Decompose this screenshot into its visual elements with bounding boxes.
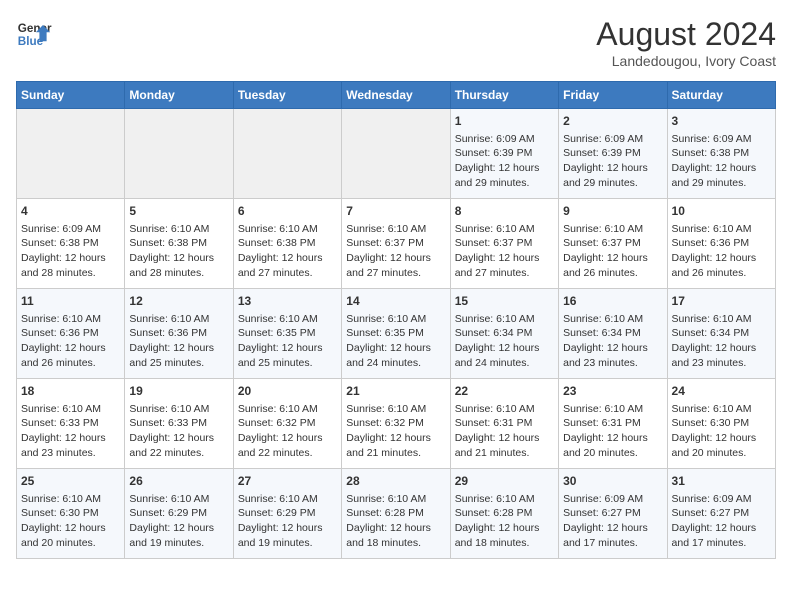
calendar-cell: 29Sunrise: 6:10 AMSunset: 6:28 PMDayligh… (450, 469, 558, 559)
day-number: 16 (563, 293, 662, 310)
day-number: 7 (346, 203, 445, 220)
day-number: 25 (21, 473, 120, 490)
logo-icon: General Blue (16, 16, 52, 52)
calendar-week-row: 1Sunrise: 6:09 AMSunset: 6:39 PMDaylight… (17, 109, 776, 199)
weekday-header-cell: Monday (125, 82, 233, 109)
calendar-cell: 30Sunrise: 6:09 AMSunset: 6:27 PMDayligh… (559, 469, 667, 559)
weekday-header-cell: Saturday (667, 82, 775, 109)
day-number: 9 (563, 203, 662, 220)
calendar-cell (17, 109, 125, 199)
day-number: 11 (21, 293, 120, 310)
calendar-cell (125, 109, 233, 199)
calendar-cell: 10Sunrise: 6:10 AMSunset: 6:36 PMDayligh… (667, 199, 775, 289)
day-number: 3 (672, 113, 771, 130)
calendar-cell: 8Sunrise: 6:10 AMSunset: 6:37 PMDaylight… (450, 199, 558, 289)
calendar-cell: 20Sunrise: 6:10 AMSunset: 6:32 PMDayligh… (233, 379, 341, 469)
day-number: 1 (455, 113, 554, 130)
calendar-table: SundayMondayTuesdayWednesdayThursdayFrid… (16, 81, 776, 559)
day-number: 13 (238, 293, 337, 310)
calendar-cell: 23Sunrise: 6:10 AMSunset: 6:31 PMDayligh… (559, 379, 667, 469)
day-number: 23 (563, 383, 662, 400)
calendar-cell: 2Sunrise: 6:09 AMSunset: 6:39 PMDaylight… (559, 109, 667, 199)
day-number: 18 (21, 383, 120, 400)
calendar-week-row: 4Sunrise: 6:09 AMSunset: 6:38 PMDaylight… (17, 199, 776, 289)
svg-text:General: General (18, 22, 52, 35)
day-number: 6 (238, 203, 337, 220)
calendar-cell (342, 109, 450, 199)
calendar-cell: 28Sunrise: 6:10 AMSunset: 6:28 PMDayligh… (342, 469, 450, 559)
calendar-week-row: 11Sunrise: 6:10 AMSunset: 6:36 PMDayligh… (17, 289, 776, 379)
weekday-header-cell: Tuesday (233, 82, 341, 109)
calendar-cell: 6Sunrise: 6:10 AMSunset: 6:38 PMDaylight… (233, 199, 341, 289)
day-number: 4 (21, 203, 120, 220)
day-number: 28 (346, 473, 445, 490)
calendar-cell (233, 109, 341, 199)
calendar-cell: 31Sunrise: 6:09 AMSunset: 6:27 PMDayligh… (667, 469, 775, 559)
day-number: 10 (672, 203, 771, 220)
day-number: 20 (238, 383, 337, 400)
day-number: 8 (455, 203, 554, 220)
calendar-cell: 22Sunrise: 6:10 AMSunset: 6:31 PMDayligh… (450, 379, 558, 469)
day-number: 22 (455, 383, 554, 400)
calendar-cell: 13Sunrise: 6:10 AMSunset: 6:35 PMDayligh… (233, 289, 341, 379)
day-number: 31 (672, 473, 771, 490)
day-number: 2 (563, 113, 662, 130)
calendar-cell: 12Sunrise: 6:10 AMSunset: 6:36 PMDayligh… (125, 289, 233, 379)
day-number: 29 (455, 473, 554, 490)
calendar-cell: 19Sunrise: 6:10 AMSunset: 6:33 PMDayligh… (125, 379, 233, 469)
calendar-cell: 4Sunrise: 6:09 AMSunset: 6:38 PMDaylight… (17, 199, 125, 289)
calendar-cell: 3Sunrise: 6:09 AMSunset: 6:38 PMDaylight… (667, 109, 775, 199)
day-number: 5 (129, 203, 228, 220)
calendar-cell: 14Sunrise: 6:10 AMSunset: 6:35 PMDayligh… (342, 289, 450, 379)
calendar-cell: 7Sunrise: 6:10 AMSunset: 6:37 PMDaylight… (342, 199, 450, 289)
page-header: General Blue August 2024 Landedougou, Iv… (16, 16, 776, 69)
day-number: 19 (129, 383, 228, 400)
calendar-cell: 16Sunrise: 6:10 AMSunset: 6:34 PMDayligh… (559, 289, 667, 379)
calendar-cell: 5Sunrise: 6:10 AMSunset: 6:38 PMDaylight… (125, 199, 233, 289)
location-subtitle: Landedougou, Ivory Coast (596, 53, 776, 69)
calendar-cell: 24Sunrise: 6:10 AMSunset: 6:30 PMDayligh… (667, 379, 775, 469)
day-number: 12 (129, 293, 228, 310)
calendar-cell: 15Sunrise: 6:10 AMSunset: 6:34 PMDayligh… (450, 289, 558, 379)
weekday-header-cell: Thursday (450, 82, 558, 109)
calendar-cell: 1Sunrise: 6:09 AMSunset: 6:39 PMDaylight… (450, 109, 558, 199)
day-number: 26 (129, 473, 228, 490)
calendar-cell: 27Sunrise: 6:10 AMSunset: 6:29 PMDayligh… (233, 469, 341, 559)
calendar-week-row: 18Sunrise: 6:10 AMSunset: 6:33 PMDayligh… (17, 379, 776, 469)
logo: General Blue (16, 16, 52, 52)
calendar-cell: 9Sunrise: 6:10 AMSunset: 6:37 PMDaylight… (559, 199, 667, 289)
weekday-header-cell: Friday (559, 82, 667, 109)
calendar-cell: 11Sunrise: 6:10 AMSunset: 6:36 PMDayligh… (17, 289, 125, 379)
day-number: 17 (672, 293, 771, 310)
calendar-cell: 17Sunrise: 6:10 AMSunset: 6:34 PMDayligh… (667, 289, 775, 379)
day-number: 14 (346, 293, 445, 310)
day-number: 21 (346, 383, 445, 400)
calendar-cell: 26Sunrise: 6:10 AMSunset: 6:29 PMDayligh… (125, 469, 233, 559)
month-year-title: August 2024 (596, 16, 776, 53)
weekday-header-cell: Sunday (17, 82, 125, 109)
calendar-body: 1Sunrise: 6:09 AMSunset: 6:39 PMDaylight… (17, 109, 776, 559)
day-number: 15 (455, 293, 554, 310)
calendar-cell: 21Sunrise: 6:10 AMSunset: 6:32 PMDayligh… (342, 379, 450, 469)
calendar-cell: 25Sunrise: 6:10 AMSunset: 6:30 PMDayligh… (17, 469, 125, 559)
calendar-week-row: 25Sunrise: 6:10 AMSunset: 6:30 PMDayligh… (17, 469, 776, 559)
day-number: 24 (672, 383, 771, 400)
weekday-header-row: SundayMondayTuesdayWednesdayThursdayFrid… (17, 82, 776, 109)
day-number: 27 (238, 473, 337, 490)
day-number: 30 (563, 473, 662, 490)
weekday-header-cell: Wednesday (342, 82, 450, 109)
title-block: August 2024 Landedougou, Ivory Coast (596, 16, 776, 69)
calendar-cell: 18Sunrise: 6:10 AMSunset: 6:33 PMDayligh… (17, 379, 125, 469)
